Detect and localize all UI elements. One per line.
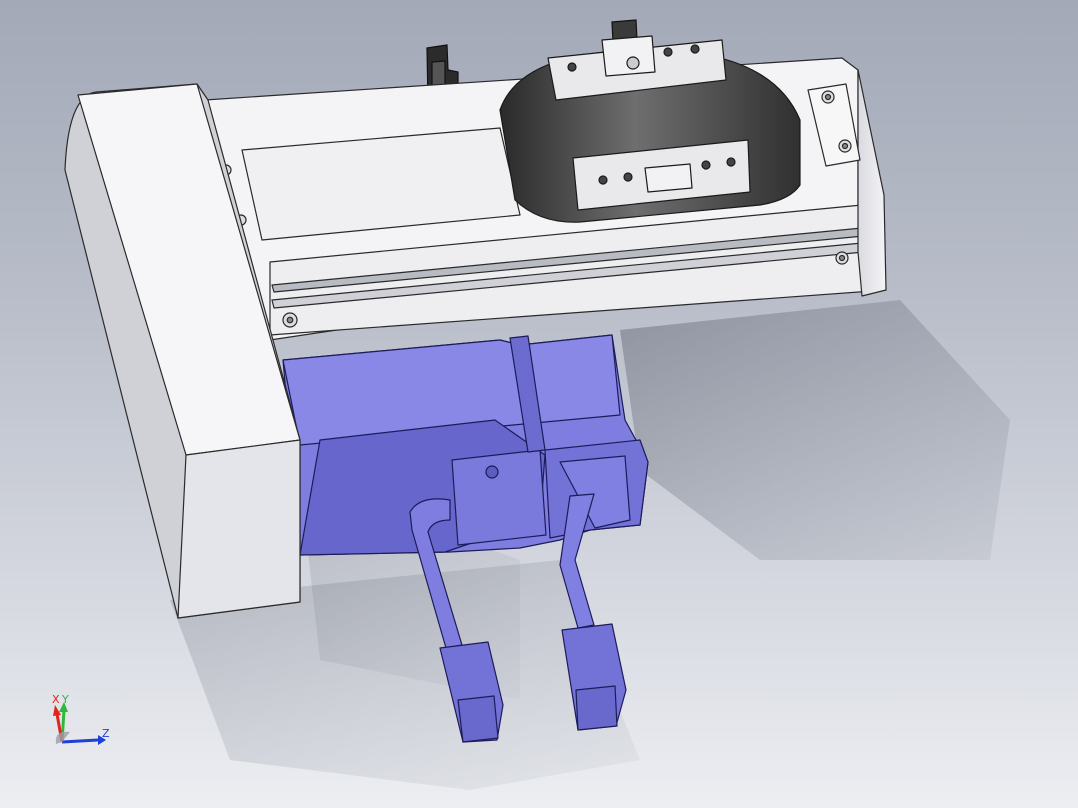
3d-model-scene[interactable] — [0, 0, 1078, 808]
z-axis-label: Z — [102, 727, 110, 740]
graphics-viewport[interactable]: X Y Z — [0, 0, 1078, 808]
view-orientation-triad[interactable]: X Y Z — [40, 692, 120, 752]
x-axis-label: X — [52, 693, 60, 706]
servo-motors[interactable] — [282, 334, 649, 556]
y-axis-label: Y — [62, 693, 69, 706]
